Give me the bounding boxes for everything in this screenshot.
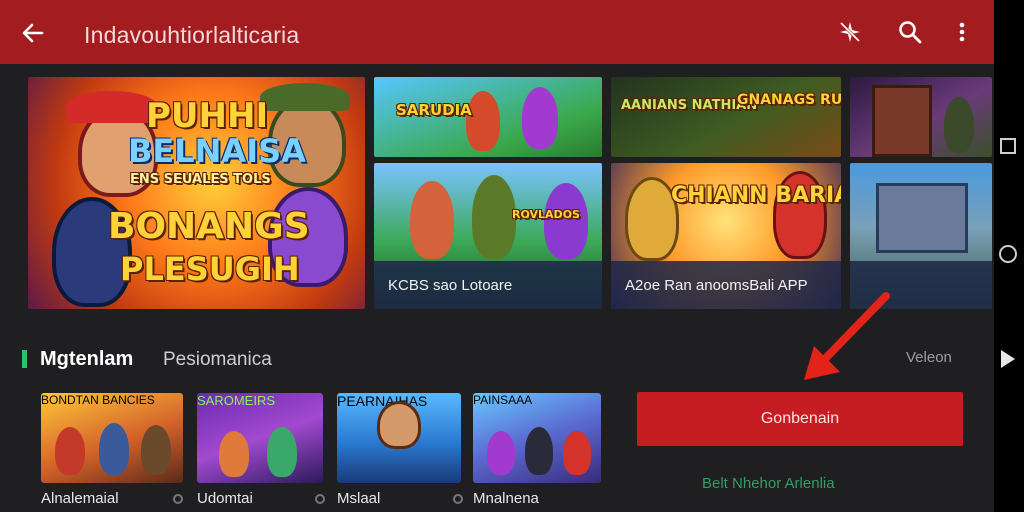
featured-tile[interactable]: SARUDIA [374,77,602,157]
cover-character [99,423,129,475]
home-circle-icon[interactable] [999,245,1017,263]
pointer-arrow-icon [804,292,890,380]
tile-character [472,175,516,259]
app-window: Indavouhtiorlalticaria PUHHI BELNAISA EN… [0,0,994,512]
game-card[interactable]: PEARNAIHAS Mslaal [337,393,479,507]
cover-character [55,427,85,475]
hero-hat [66,91,158,123]
more-dot-icon[interactable] [453,494,463,504]
cover-character [141,425,171,475]
cover-character [377,401,421,449]
hero-title-line: BELNAISA [128,132,306,170]
game-card-title: Mnalnena [473,490,539,507]
secondary-link[interactable]: Belt Nhehor Arlenlia [702,475,835,492]
more-dot-icon[interactable] [173,494,183,504]
download-button[interactable]: Gonbenain [637,392,963,446]
tile-character [944,97,974,153]
game-card[interactable]: PAINSAAA Mnalnena [473,393,615,507]
system-nav-bar [994,0,1024,512]
hero-title-line: BONANGS [108,206,310,247]
cover-character [219,431,249,477]
tile-title: SARUDIA [396,101,472,119]
game-card-title: Udomtai [197,490,253,507]
page-title: Indavouhtiorlalticaria [84,22,300,48]
hero-title-line: PLESUGIH [120,250,300,288]
hero-hat [260,83,350,111]
tile-title: CHIANN BARIADAS [671,183,841,208]
more-dot-icon[interactable] [315,494,325,504]
back-triangle-icon[interactable] [1001,350,1015,368]
search-icon[interactable] [896,18,924,46]
game-cover: BONDTAN BANCIES [41,393,183,483]
cover-title: SAROMEIRS [197,393,276,408]
tile-character [522,87,558,149]
arrow-left-icon[interactable] [18,18,48,48]
game-card-title: Alnalemaial [41,490,119,507]
cover-character [563,431,591,475]
sparkle-off-icon[interactable] [836,18,864,46]
game-card-title: Mslaal [337,490,381,507]
cover-character [487,431,515,475]
game-card[interactable]: SAROMEIRS Udomtai [197,393,339,507]
tile-character [544,183,588,259]
section-title: Mgtenlam [40,348,134,370]
tile-character [466,91,500,151]
cover-title: PAINSAAA [473,393,533,407]
tile-building [876,183,968,253]
view-all-link[interactable]: Veleon [906,349,952,366]
section-accent-bar [22,350,27,368]
cover-character [267,427,297,477]
cover-title: BONDTAN BANCIES [41,393,155,407]
cover-character [525,427,553,475]
featured-tile[interactable]: AANIANS NATHIAN GNANAGS RUNKAS [611,77,841,157]
tile-caption: KCBS sao Lotoare [374,261,602,309]
game-cover: SAROMEIRS [197,393,323,483]
hero-banner[interactable]: PUHHI BELNAISA ENS SEUALES TOLS BONANGS … [28,77,365,309]
game-cover: PAINSAAA [473,393,601,483]
more-vert-icon[interactable] [948,18,976,46]
hero-title-line: ENS SEUALES TOLS [130,172,271,187]
section-subtitle: Pesiomanica [163,349,272,370]
featured-tile[interactable] [850,77,992,157]
tile-character [410,181,454,259]
tile-title: ROVLADOS [512,208,580,221]
hero-title-line: PUHHI [146,96,269,136]
game-card[interactable]: BONDTAN BANCIES Alnalemaial [41,393,183,507]
recents-square-icon[interactable] [1000,138,1016,154]
tile-title: GNANAGS RUNKAS [737,92,841,108]
featured-tile[interactable]: ROVLADOS KCBS sao Lotoare [374,163,602,309]
top-app-bar: Indavouhtiorlalticaria [0,0,994,64]
tile-building [872,85,932,157]
game-cover: PEARNAIHAS [337,393,461,483]
